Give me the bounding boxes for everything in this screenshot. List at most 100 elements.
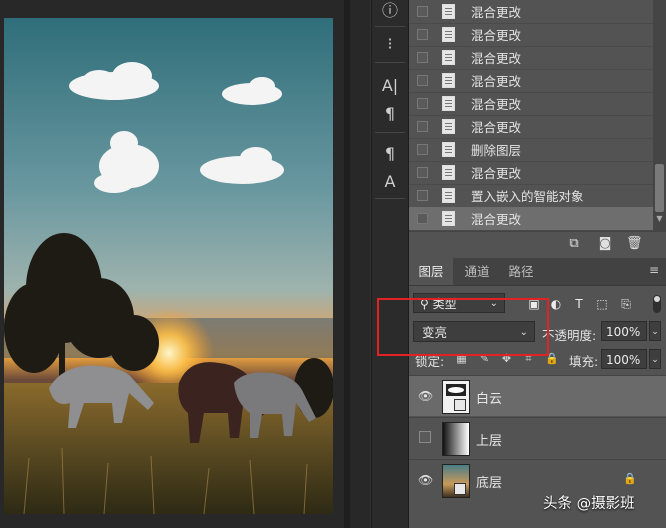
layer-name[interactable]: 上层	[476, 430, 502, 449]
history-item[interactable]: 混合更改	[409, 115, 653, 139]
history-item-label: 混合更改	[471, 97, 522, 112]
watermark: 头条 @摄影班	[543, 496, 635, 512]
history-item-label: 删除图层	[471, 143, 522, 158]
history-state-icon	[442, 27, 455, 42]
opacity-slider-toggle[interactable]: ⌄	[649, 321, 661, 341]
panel-menu-icon[interactable]: ≡	[649, 264, 661, 276]
opacity-input[interactable]: 100%	[601, 321, 647, 341]
character-icon[interactable]: A|	[376, 72, 404, 98]
trash-icon[interactable]: 🗑	[626, 236, 643, 252]
divider	[375, 132, 405, 133]
divider	[375, 198, 405, 199]
document-image[interactable]	[4, 18, 333, 514]
scroll-down-arrow-icon[interactable]: ▼	[655, 214, 664, 224]
history-item-label: 混合更改	[471, 74, 522, 89]
history-snapshot-checkbox[interactable]	[417, 213, 428, 224]
blend-opacity-row: 变亮 ⌄ 不透明度: 100% ⌄	[409, 318, 666, 346]
history-item[interactable]: 混合更改	[409, 46, 653, 70]
search-icon: ⚲	[420, 297, 433, 311]
history-snapshot-checkbox[interactable]	[417, 121, 428, 132]
lock-artboard-icon[interactable]: ⌗	[522, 352, 535, 365]
info-icon[interactable]: ⓘ	[376, 0, 404, 22]
history-item[interactable]: 删除图层	[409, 138, 653, 162]
history-state-icon	[442, 4, 455, 19]
lock-all-icon[interactable]: 🔒	[545, 352, 559, 365]
history-item-label: 混合更改	[471, 212, 522, 227]
visibility-toggle-off[interactable]	[419, 431, 431, 443]
history-snapshot-checkbox[interactable]	[417, 167, 428, 178]
layer-row-upper[interactable]: 上层	[409, 417, 666, 458]
right-panel: 混合更改 混合更改 混合更改 混合更改 混合更改 混合更改 删除图层 混合更改 …	[409, 0, 666, 528]
filter-toggle[interactable]	[653, 295, 661, 313]
history-snapshot-checkbox[interactable]	[417, 75, 428, 86]
shape-layer-filter-icon[interactable]: ⬚	[595, 297, 609, 311]
new-document-from-state-icon[interactable]: ⧉	[566, 236, 582, 252]
fill-input[interactable]: 100%	[601, 349, 647, 369]
adjustment-layer-filter-icon[interactable]: ◐	[549, 297, 563, 311]
history-state-icon	[442, 165, 455, 180]
history-item-label: 混合更改	[471, 120, 522, 135]
layers-tab-bar: 图层 通道 路径 ≡	[409, 258, 666, 286]
lock-icon: 🔒	[623, 472, 637, 485]
history-item-label: 置入嵌入的智能对象	[471, 189, 584, 204]
lock-image-pixels-icon[interactable]: ✎	[478, 352, 491, 365]
panel-icon-column: ⓘ ⁝ A| ¶ ¶ A	[371, 0, 409, 528]
paragraph-style-icon[interactable]: ¶	[376, 140, 404, 166]
type-layer-filter-icon[interactable]: T	[572, 297, 586, 311]
history-state-icon	[442, 188, 455, 203]
history-state-icon	[442, 142, 455, 157]
history-panel: 混合更改 混合更改 混合更改 混合更改 混合更改 混合更改 删除图层 混合更改 …	[409, 0, 653, 231]
history-item[interactable]: 混合更改	[409, 92, 653, 116]
history-item[interactable]: 混合更改	[409, 0, 653, 24]
paragraph-icon[interactable]: ¶	[376, 100, 404, 126]
history-state-icon	[442, 96, 455, 111]
history-state-icon	[442, 211, 455, 226]
divider	[375, 26, 405, 27]
history-state-icon	[442, 50, 455, 65]
history-snapshot-checkbox[interactable]	[417, 190, 428, 201]
history-snapshot-checkbox[interactable]	[417, 29, 428, 40]
document-canvas-area[interactable]	[0, 0, 370, 528]
layer-name[interactable]: 底层	[476, 472, 502, 491]
brush-preset-icon[interactable]: ⁝	[376, 30, 404, 56]
fill-slider-toggle[interactable]: ⌄	[649, 349, 661, 369]
scroll-thumb[interactable]	[655, 164, 664, 212]
character-style-icon[interactable]: A	[376, 168, 404, 194]
eye-icon[interactable]: 👁	[418, 389, 433, 403]
layer-thumbnail	[442, 422, 470, 456]
history-item[interactable]: 混合更改	[409, 23, 653, 47]
lock-transparency-icon[interactable]: ▦	[455, 352, 468, 365]
smart-object-filter-icon[interactable]: ⎘	[619, 297, 633, 311]
chevron-down-icon: ⌄	[489, 298, 498, 309]
history-snapshot-checkbox[interactable]	[417, 144, 428, 155]
history-item[interactable]: 置入嵌入的智能对象	[409, 184, 653, 208]
history-snapshot-checkbox[interactable]	[417, 98, 428, 109]
tab-channels[interactable]: 通道	[455, 258, 499, 285]
history-item-label: 混合更改	[471, 28, 522, 43]
fill-label: 填充:	[569, 354, 599, 369]
lock-position-icon[interactable]: ✥	[500, 352, 513, 365]
history-snapshot-checkbox[interactable]	[417, 52, 428, 63]
history-item[interactable]: 混合更改	[409, 161, 653, 185]
history-footer: ⧉ ◙ 🗑	[409, 231, 666, 256]
blend-mode-select[interactable]: 变亮 ⌄	[413, 321, 535, 342]
history-snapshot-checkbox[interactable]	[417, 6, 428, 17]
history-item-label: 混合更改	[471, 51, 522, 66]
camera-snapshot-icon[interactable]: ◙	[597, 236, 613, 252]
tab-paths[interactable]: 路径	[501, 258, 541, 285]
history-item[interactable]: 混合更改	[409, 69, 653, 93]
divider	[375, 62, 405, 63]
smart-object-badge-icon	[454, 483, 466, 495]
layer-filter-row: ⚲ 类型 ⌄ ▣ ◐ T ⬚ ⎘	[409, 290, 666, 318]
history-state-icon	[442, 73, 455, 88]
history-scrollbar[interactable]: ▼	[653, 0, 666, 231]
layer-filter-select[interactable]: ⚲ 类型 ⌄	[413, 293, 505, 313]
tab-layers[interactable]: 图层	[409, 258, 453, 285]
eye-icon[interactable]: 👁	[418, 473, 433, 487]
pixel-layer-filter-icon[interactable]: ▣	[527, 297, 541, 311]
smart-object-badge-icon	[454, 399, 466, 411]
layer-name[interactable]: 白云	[476, 388, 502, 407]
history-item-selected[interactable]: 混合更改	[409, 207, 653, 231]
layer-row-clouds[interactable]: 👁 白云	[409, 375, 666, 416]
opacity-label: 不透明度:	[542, 328, 597, 343]
